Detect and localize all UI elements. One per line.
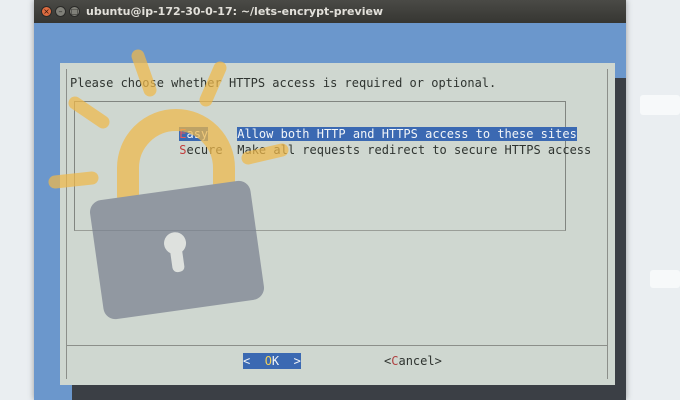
window-title: ubuntu@ip-172-30-0-17: ~/lets-encrypt-pr…: [86, 5, 384, 18]
option-tag: Secure: [179, 142, 237, 158]
ok-right-bracket: >: [279, 354, 301, 368]
ok-button[interactable]: < OK >: [243, 353, 301, 369]
ok-left-bracket: <: [243, 354, 265, 368]
background-stripe: [650, 270, 680, 288]
button-separator: [66, 345, 608, 346]
background-stripe: [640, 95, 680, 115]
menu-item-easy[interactable]: Easy Allow both HTTP and HTTPS access to …: [107, 110, 577, 141]
menu-item-secure[interactable]: Secure Make all requests redirect to secu…: [107, 126, 591, 157]
terminal-body[interactable]: Please choose whether HTTPS access is re…: [34, 23, 626, 400]
ok-hotkey: O: [264, 354, 272, 368]
window-titlebar[interactable]: × – □ ubuntu@ip-172-30-0-17: ~/lets-encr…: [34, 0, 626, 23]
options-menu: Easy Allow both HTTP and HTTPS access to …: [74, 101, 591, 231]
cancel-label-rest: ancel: [398, 354, 435, 368]
dialog-prompt: Please choose whether HTTPS access is re…: [70, 76, 497, 90]
cancel-right-bracket: >: [434, 354, 442, 368]
https-dialog: Please choose whether HTTPS access is re…: [60, 63, 615, 385]
minimize-icon[interactable]: –: [55, 6, 66, 17]
option-description: Make all requests redirect to secure HTT…: [237, 143, 592, 157]
cancel-button[interactable]: <Cancel>: [384, 353, 442, 369]
option-tag-rest: ecure: [186, 143, 223, 157]
maximize-icon[interactable]: □: [69, 6, 80, 17]
terminal-window[interactable]: × – □ ubuntu@ip-172-30-0-17: ~/lets-encr…: [34, 0, 626, 400]
close-icon[interactable]: ×: [41, 6, 52, 17]
